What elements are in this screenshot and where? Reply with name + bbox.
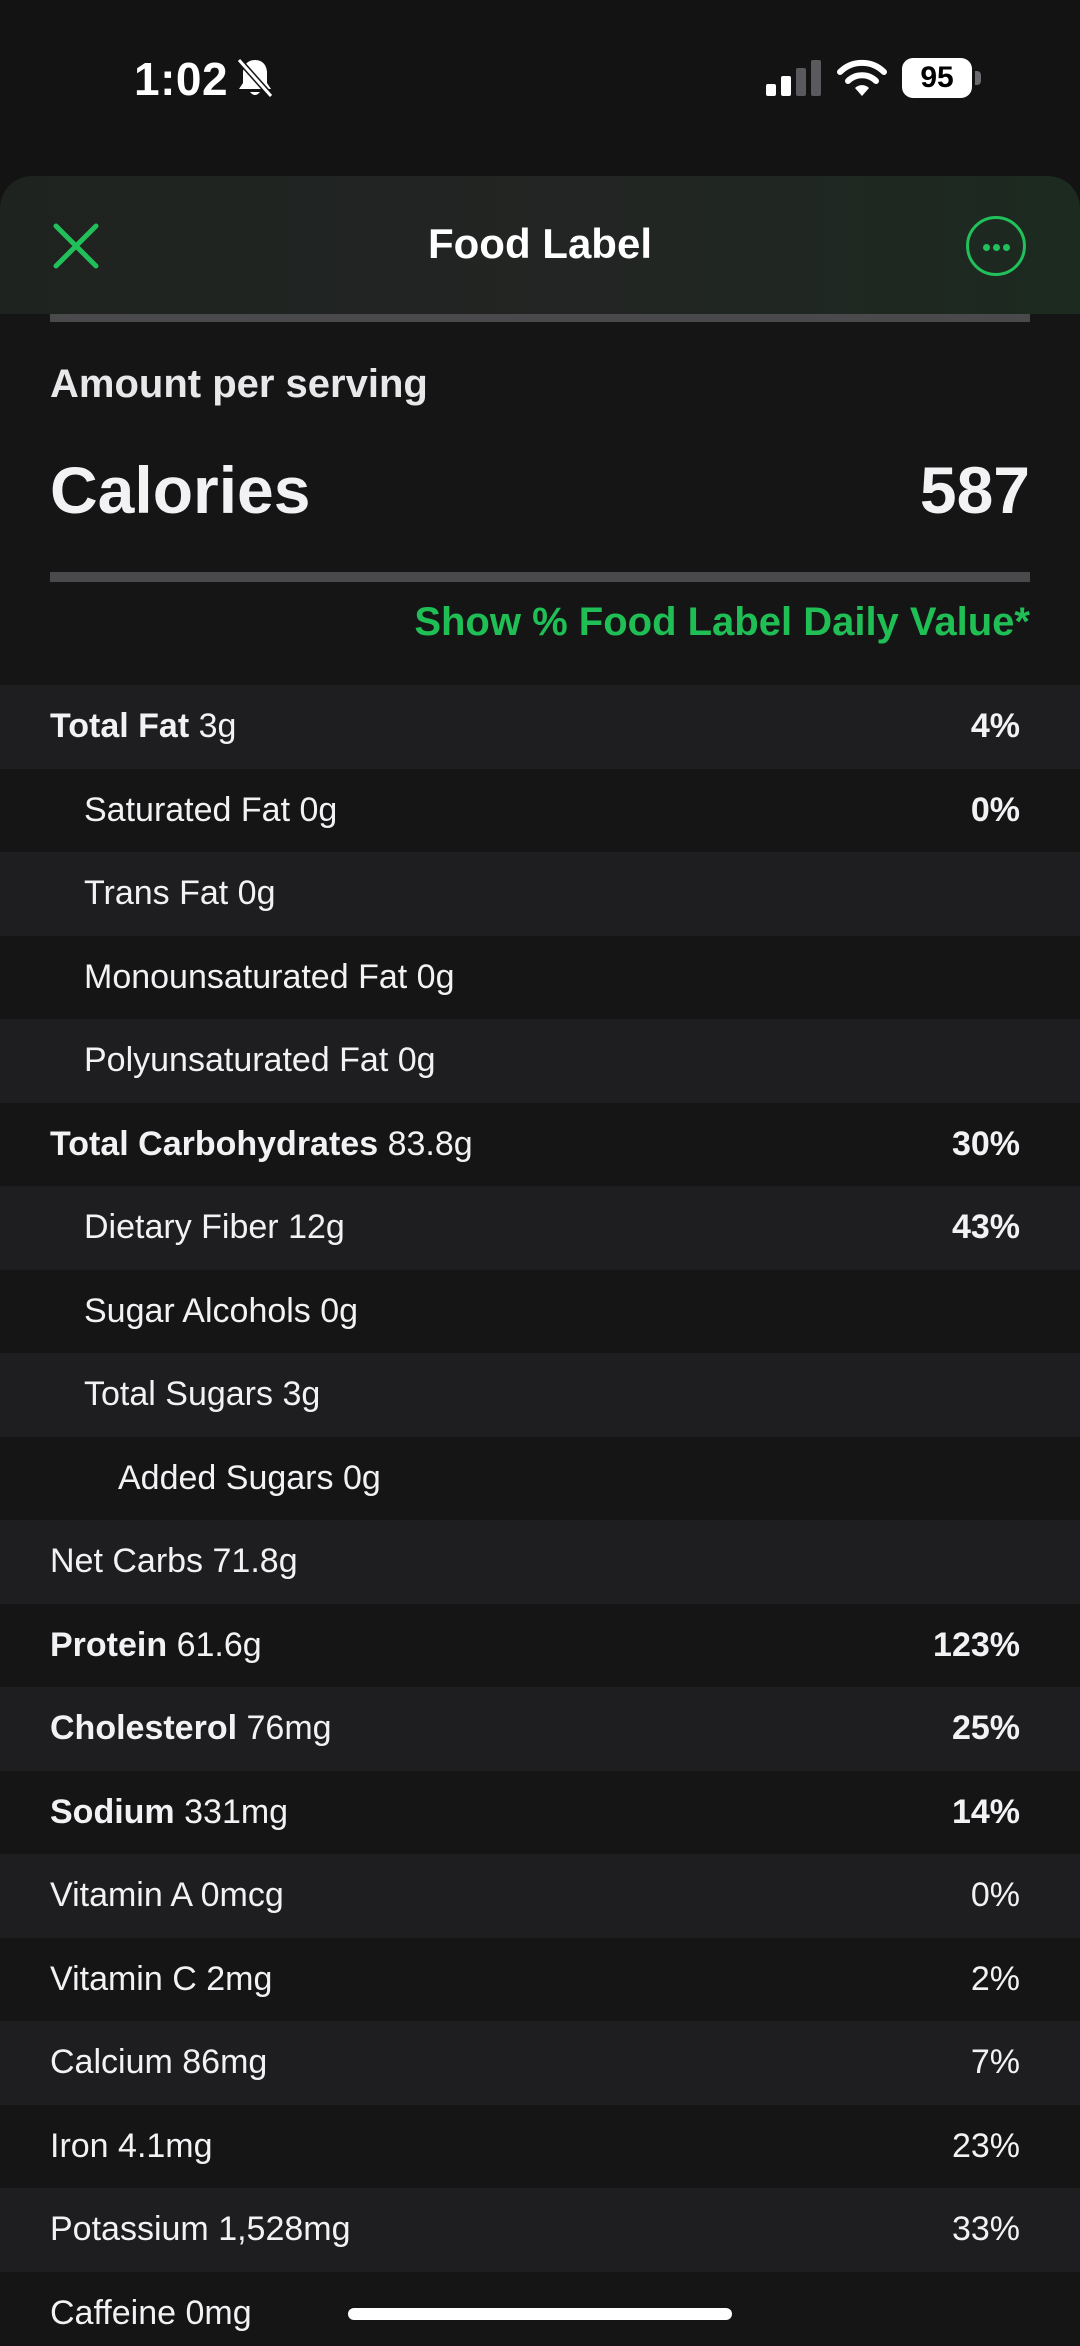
nutrient-amount: 83.8g bbox=[387, 1124, 473, 1163]
nutrient-row-saturated-fat: Saturated Fat 0g 0% bbox=[0, 769, 1080, 853]
nutrient-row-sodium: Sodium 331mg 14% bbox=[0, 1771, 1080, 1855]
nutrient-daily-value: 4% bbox=[970, 707, 1020, 745]
nutrient-row-calcium: Calcium 86mg 7% bbox=[0, 2021, 1080, 2105]
nutrient-name: Added Sugars bbox=[118, 1458, 334, 1497]
nutrient-row-monounsaturated-fat: Monounsaturated Fat 0g bbox=[0, 936, 1080, 1020]
page-title: Food Label bbox=[428, 220, 652, 267]
bell-off-icon bbox=[236, 58, 274, 98]
nutrient-name: Monounsaturated Fat bbox=[84, 957, 408, 996]
nutrient-daily-value: 14% bbox=[951, 1792, 1020, 1831]
nutrient-row-sugar-alcohols: Sugar Alcohols 0g bbox=[0, 1270, 1080, 1354]
nutrient-name: Iron bbox=[50, 2126, 109, 2165]
nutrient-amount: 76mg bbox=[246, 1709, 332, 1747]
nutrient-daily-value: 23% bbox=[951, 2126, 1020, 2165]
nutrient-row-cholesterol: Cholesterol 76mg 25% bbox=[0, 1687, 1080, 1771]
nutrient-amount: 12g bbox=[288, 1208, 345, 1246]
nutrient-row-vitamin-a: Vitamin A 0mcg 0% bbox=[0, 1854, 1080, 1938]
nutrient-daily-value: 25% bbox=[951, 1709, 1020, 1747]
nutrient-daily-value: 0% bbox=[970, 790, 1020, 829]
nutrient-amount: 0mg bbox=[185, 2293, 252, 2332]
nutrient-name: Saturated Fat bbox=[84, 790, 291, 829]
nutrient-amount: 331mg bbox=[184, 1792, 289, 1831]
calories-value: 587 bbox=[919, 453, 1030, 527]
nutrient-amount: 4.1mg bbox=[118, 2126, 213, 2165]
nutrient-name: Vitamin C bbox=[50, 1959, 197, 1998]
battery-level: 95 bbox=[902, 58, 972, 98]
cellular-signal-icon bbox=[766, 60, 821, 96]
nutrient-row-added-sugars: Added Sugars 0g bbox=[0, 1437, 1080, 1521]
nutrient-daily-value: 2% bbox=[970, 1959, 1020, 1998]
nutrient-name: Total Fat bbox=[50, 707, 190, 745]
nutrient-name: Sugar Alcohols bbox=[84, 1291, 311, 1330]
nutrient-list: Total Fat 3g 4% Saturated Fat 0g 0% Tran… bbox=[0, 685, 1080, 2346]
battery-tip bbox=[975, 71, 981, 85]
status-time: 1:02 bbox=[134, 53, 229, 105]
nutrient-row-total-fat: Total Fat 3g 4% bbox=[0, 685, 1080, 769]
nutrient-daily-value: 30% bbox=[951, 1124, 1020, 1163]
status-bar: 1:02 95 bbox=[0, 0, 1080, 160]
nutrient-amount: 71.8g bbox=[212, 1542, 298, 1580]
divider bbox=[50, 572, 1030, 582]
nutrient-name: Total Carbohydrates bbox=[50, 1124, 379, 1163]
nutrient-amount: 0g bbox=[299, 790, 338, 829]
nutrient-name: Trans Fat bbox=[84, 874, 229, 912]
nutrient-name: Caffeine bbox=[50, 2293, 177, 2332]
nutrient-row-potassium: Potassium 1,528mg 33% bbox=[0, 2188, 1080, 2272]
nutrient-name: Potassium bbox=[50, 2210, 209, 2248]
nutrient-amount: 0g bbox=[237, 874, 276, 912]
nutrient-amount: 0g bbox=[320, 1291, 359, 1330]
nutrient-row-trans-fat: Trans Fat 0g bbox=[0, 852, 1080, 936]
food-label-sheet: Food Label Amount per serving Calories 5… bbox=[0, 176, 1080, 2346]
divider bbox=[50, 314, 1030, 322]
nutrient-name: Calcium bbox=[50, 2043, 173, 2081]
calories-label: Calories bbox=[50, 453, 311, 527]
nutrient-amount: 0g bbox=[397, 1041, 436, 1079]
nutrient-row-dietary-fiber: Dietary Fiber 12g 43% bbox=[0, 1186, 1080, 1270]
wifi-icon bbox=[837, 59, 887, 96]
nutrient-daily-value: 33% bbox=[951, 2210, 1020, 2248]
show-daily-value-link[interactable]: Show % Food Label Daily Value* bbox=[414, 600, 1030, 645]
nutrient-daily-value: 43% bbox=[951, 1208, 1020, 1246]
nutrient-name: Polyunsaturated Fat bbox=[84, 1041, 389, 1079]
amount-per-serving-label: Amount per serving bbox=[50, 362, 428, 406]
more-icon-dot bbox=[993, 244, 1000, 251]
nutrient-row-total-sugars: Total Sugars 3g bbox=[0, 1353, 1080, 1437]
nutrient-daily-value: 0% bbox=[970, 1876, 1020, 1914]
nutrient-amount: 1,528mg bbox=[218, 2210, 351, 2248]
nutrient-amount: 86mg bbox=[182, 2043, 268, 2081]
nutrient-name: Sodium bbox=[50, 1792, 175, 1831]
nutrient-row-net-carbs: Net Carbs 71.8g bbox=[0, 1520, 1080, 1604]
nutrient-row-polyunsaturated-fat: Polyunsaturated Fat 0g bbox=[0, 1019, 1080, 1103]
nav-bar: Food Label bbox=[0, 176, 1080, 314]
nutrient-row-iron: Iron 4.1mg 23% bbox=[0, 2105, 1080, 2189]
nutrient-row-total-carbohydrates: Total Carbohydrates 83.8g 30% bbox=[0, 1103, 1080, 1187]
more-options-button[interactable] bbox=[966, 216, 1026, 276]
nutrient-amount: 0g bbox=[342, 1458, 381, 1497]
nutrient-name: Vitamin A bbox=[50, 1876, 192, 1914]
nutrient-amount: 2mg bbox=[206, 1959, 273, 1998]
more-icon-dot bbox=[1003, 244, 1010, 251]
nutrient-amount: 61.6g bbox=[176, 1625, 262, 1664]
nutrient-row-vitamin-c: Vitamin C 2mg 2% bbox=[0, 1938, 1080, 2022]
nutrient-row-protein: Protein 61.6g 123% bbox=[0, 1604, 1080, 1688]
nutrient-amount: 0mcg bbox=[200, 1876, 284, 1914]
nutrient-name: Net Carbs bbox=[50, 1542, 204, 1580]
nutrient-amount: 3g bbox=[198, 707, 237, 745]
nutrient-name: Dietary Fiber bbox=[84, 1208, 279, 1246]
home-indicator[interactable] bbox=[348, 2308, 732, 2320]
nutrient-amount: 3g bbox=[282, 1375, 321, 1413]
nutrient-name: Protein bbox=[50, 1625, 168, 1664]
nutrient-name: Total Sugars bbox=[84, 1375, 273, 1413]
nutrient-name: Cholesterol bbox=[50, 1709, 238, 1747]
nutrient-daily-value: 123% bbox=[933, 1625, 1020, 1664]
nutrient-amount: 0g bbox=[416, 957, 455, 996]
nutrient-daily-value: 7% bbox=[970, 2043, 1020, 2081]
more-icon bbox=[983, 244, 990, 251]
battery-indicator: 95 bbox=[902, 58, 982, 98]
